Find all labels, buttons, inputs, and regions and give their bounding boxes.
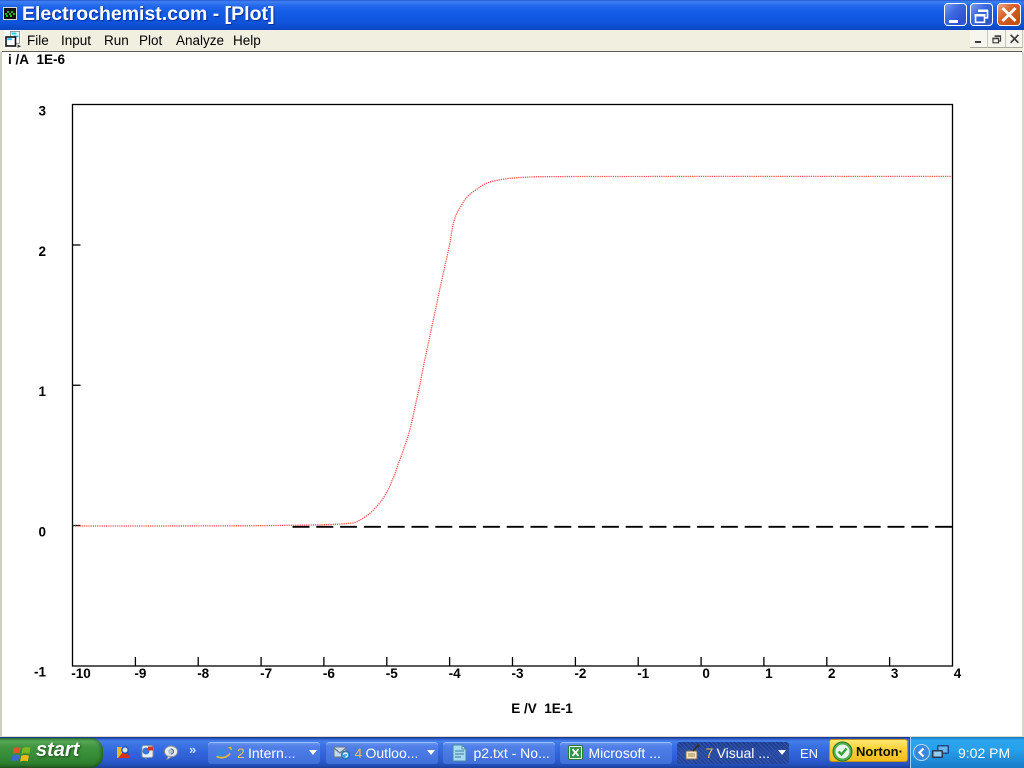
svg-text:2: 2 (828, 666, 836, 681)
svg-text:-6: -6 (323, 666, 335, 681)
svg-text:3: 3 (891, 666, 899, 681)
svg-text:E /V 1E-1: E /V 1E-1 (511, 701, 573, 716)
svg-text:1: 1 (38, 384, 46, 399)
svg-text:0: 0 (38, 525, 46, 540)
svg-text:-5: -5 (386, 666, 398, 681)
svg-text:-1: -1 (637, 666, 649, 681)
svg-text:-4: -4 (449, 666, 461, 681)
svg-text:-10: -10 (71, 666, 91, 681)
svg-text:-1: -1 (34, 665, 46, 680)
svg-text:1: 1 (765, 666, 773, 681)
svg-text:-8: -8 (197, 666, 209, 681)
svg-text:-2: -2 (574, 666, 586, 681)
svg-text:-9: -9 (134, 666, 146, 681)
svg-text:0: 0 (702, 666, 710, 681)
svg-text:2: 2 (38, 244, 46, 259)
svg-text:3: 3 (38, 104, 46, 119)
svg-text:-7: -7 (260, 666, 272, 681)
svg-text:4: 4 (954, 666, 962, 681)
svg-text:-3: -3 (511, 666, 523, 681)
svg-text:i /A 1E-6: i /A 1E-6 (8, 52, 66, 67)
